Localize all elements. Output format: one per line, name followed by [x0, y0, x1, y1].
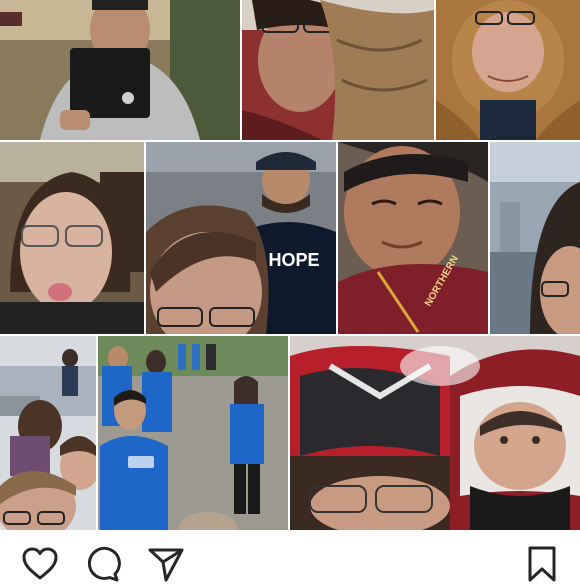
- photo-helmet-selfie: [290, 336, 580, 530]
- comment-bubble-icon: [87, 546, 121, 582]
- photo-tongue-out-selfie: [0, 142, 144, 334]
- photo-airport-phone-selfie: [0, 0, 240, 140]
- share-button[interactable]: [146, 544, 186, 584]
- photo-red-shirt-selfie: NORTHERN: [338, 142, 488, 334]
- save-button[interactable]: [522, 544, 562, 584]
- photo-hood-selfie: [242, 0, 434, 140]
- photo-collage[interactable]: HOPE NORTHERN: [0, 0, 580, 530]
- like-button[interactable]: [20, 544, 60, 584]
- photo-group-selfie: [0, 336, 96, 530]
- photo-airport-hall-selfie: [490, 142, 580, 334]
- photo-teddy-coat-selfie: [436, 0, 580, 140]
- photo-blue-shirts-group: [98, 336, 288, 530]
- heart-icon: [22, 547, 58, 580]
- paper-plane-icon: [148, 548, 184, 582]
- post-action-bar: [0, 530, 580, 582]
- comment-button[interactable]: [82, 544, 122, 584]
- bookmark-icon: [528, 546, 556, 582]
- photo-crowd-selfie: HOPE: [146, 142, 336, 334]
- hope-shirt-text: HOPE: [268, 250, 319, 270]
